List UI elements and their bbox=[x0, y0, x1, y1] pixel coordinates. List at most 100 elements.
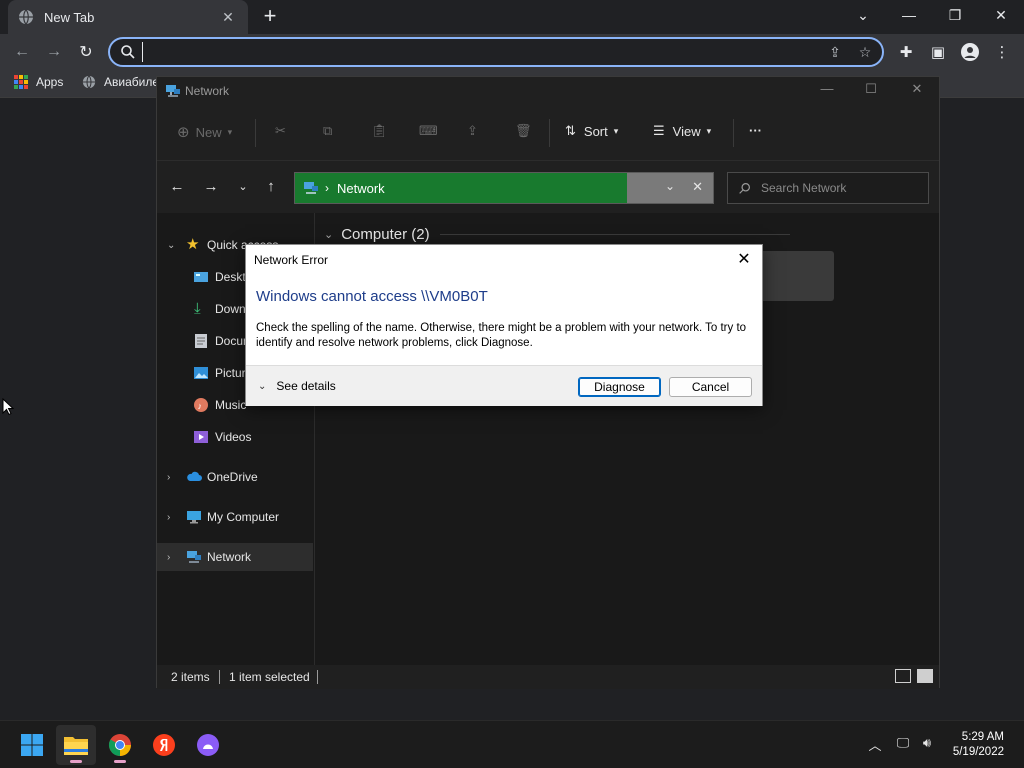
dialog-message: Check the spelling of the name. Otherwis… bbox=[256, 322, 747, 349]
delete-icon[interactable]: 🗑︎ bbox=[515, 123, 532, 139]
nav-label: OneDrive bbox=[207, 470, 258, 484]
globe-icon bbox=[82, 75, 96, 89]
download-icon: ⤓ bbox=[194, 300, 201, 317]
bookmark-label: Apps bbox=[36, 75, 64, 89]
more-options-button[interactable]: ··· bbox=[749, 123, 762, 138]
new-button[interactable]: ⊕ New ▾ bbox=[177, 123, 232, 141]
profile-icon[interactable] bbox=[958, 40, 982, 64]
address-input[interactable] bbox=[142, 42, 802, 62]
desktop-icon bbox=[194, 272, 208, 282]
tab-new-tab[interactable]: New Tab ✕ bbox=[8, 0, 248, 34]
taskbar-yandex[interactable] bbox=[144, 725, 184, 765]
forward-icon[interactable]: → bbox=[201, 177, 221, 197]
chevron-down-icon[interactable]: ⌄ bbox=[167, 240, 175, 251]
pictures-icon bbox=[194, 367, 208, 379]
address-bar[interactable]: › Network ⌄ ✕ bbox=[294, 172, 714, 204]
address-location: Network bbox=[337, 180, 385, 196]
rename-icon[interactable]: ⌨ bbox=[419, 123, 438, 139]
address-breadcrumb[interactable]: › Network bbox=[295, 173, 627, 203]
chevron-down-icon[interactable]: ⌄ bbox=[665, 179, 675, 193]
start-button[interactable] bbox=[12, 725, 52, 765]
minimize-icon[interactable]: — bbox=[886, 0, 932, 30]
computer-icon bbox=[187, 511, 201, 524]
menu-icon[interactable]: ⋮ bbox=[990, 40, 1014, 64]
chevron-down-icon: ▾ bbox=[706, 125, 712, 136]
nav-videos[interactable]: Videos bbox=[157, 423, 313, 451]
plus-circle-icon: ⊕ bbox=[177, 124, 190, 141]
group-header-computer[interactable]: ⌄ Computer (2) bbox=[324, 226, 790, 243]
share-icon[interactable]: ⇪ bbox=[467, 123, 478, 139]
chevron-right-icon[interactable]: › bbox=[167, 512, 170, 523]
sort-button[interactable]: ⇅ Sort ▾ bbox=[565, 123, 618, 139]
up-icon[interactable]: ↑ bbox=[261, 177, 281, 197]
tab-title: New Tab bbox=[44, 9, 95, 25]
group-header-label: Computer (2) bbox=[341, 226, 430, 243]
paste-icon[interactable]: 📋︎ bbox=[371, 123, 388, 139]
cut-icon[interactable]: ✂ bbox=[275, 123, 286, 139]
star-icon: ★ bbox=[186, 236, 200, 253]
copy-icon[interactable]: ⧉ bbox=[323, 123, 332, 139]
side-panel-icon[interactable]: ▣ bbox=[926, 40, 950, 64]
music-icon: ♪ bbox=[194, 398, 208, 412]
back-icon[interactable]: ← bbox=[167, 177, 187, 197]
restore-icon[interactable]: ❐ bbox=[932, 0, 978, 30]
nav-onedrive[interactable]: › OneDrive bbox=[157, 463, 313, 491]
browser-window-controls: ⌄ — ❐ ✕ bbox=[840, 0, 1024, 30]
nav-network[interactable]: › Network bbox=[157, 543, 313, 571]
see-details-label: See details bbox=[276, 379, 336, 393]
search-box[interactable] bbox=[727, 172, 929, 204]
alice-assistant-icon bbox=[197, 734, 219, 756]
share-icon[interactable]: ⇪ bbox=[826, 44, 844, 62]
chevron-down-icon: ▾ bbox=[227, 126, 233, 137]
taskbar-chrome[interactable] bbox=[100, 725, 140, 765]
view-label: View bbox=[672, 123, 701, 139]
details-view-icon[interactable] bbox=[895, 669, 911, 683]
close-icon[interactable]: ✕ bbox=[978, 0, 1024, 30]
star-icon[interactable]: ☆ bbox=[856, 44, 874, 62]
view-button[interactable]: ☰ View ▾ bbox=[653, 123, 711, 139]
bookmark-apps[interactable]: Apps bbox=[14, 75, 63, 89]
search-icon bbox=[739, 182, 750, 194]
diagnose-button[interactable]: Diagnose bbox=[578, 377, 661, 397]
extensions-icon[interactable]: ✚ bbox=[894, 40, 918, 64]
new-tab-button[interactable]: + bbox=[258, 4, 282, 28]
status-selected: 1 item selected bbox=[229, 670, 310, 684]
taskbar-alice[interactable] bbox=[188, 725, 228, 765]
folder-icon bbox=[64, 737, 88, 755]
nav-label: Network bbox=[207, 550, 252, 564]
chevron-right-icon[interactable]: › bbox=[167, 472, 170, 483]
maximize-icon[interactable]: ☐ bbox=[861, 81, 881, 101]
dialog-heading: Windows cannot access \\VM0B0T bbox=[256, 288, 488, 305]
recent-locations-icon[interactable]: ⌄ bbox=[233, 177, 253, 197]
computer-item-tile[interactable] bbox=[756, 251, 834, 301]
cancel-button[interactable]: Cancel bbox=[669, 377, 752, 397]
bookmark-aviabilety[interactable]: Авиабиле bbox=[82, 75, 159, 89]
tiles-view-icon[interactable] bbox=[917, 669, 933, 683]
network-error-dialog: Network Error ✕ Windows cannot access \\… bbox=[245, 244, 763, 406]
taskbar-clock[interactable]: 5:29 AM 5/19/2022 bbox=[953, 730, 1004, 760]
taskbar-file-explorer[interactable] bbox=[56, 725, 96, 765]
close-icon[interactable]: ✕ bbox=[907, 81, 927, 101]
nav-my-computer[interactable]: › My Computer bbox=[157, 503, 313, 531]
omnibox[interactable]: ⇪ ☆ bbox=[108, 37, 884, 67]
clear-icon[interactable]: ✕ bbox=[692, 179, 703, 195]
chevron-down-icon: ⌄ bbox=[324, 229, 334, 241]
search-input[interactable] bbox=[761, 181, 911, 195]
document-icon bbox=[195, 334, 207, 348]
reload-icon[interactable]: ↻ bbox=[74, 40, 98, 64]
tab-search-icon[interactable]: ⌄ bbox=[840, 0, 886, 30]
taskbar: ︿ 🖵︎ 🔊︎ 5:29 AM 5/19/2022 bbox=[0, 720, 1024, 768]
back-icon[interactable]: ← bbox=[10, 40, 34, 64]
forward-icon[interactable]: → bbox=[42, 40, 66, 64]
minimize-icon[interactable]: — bbox=[817, 81, 837, 101]
chevron-up-icon[interactable]: ︿ bbox=[866, 735, 884, 753]
tab-close-icon[interactable]: ✕ bbox=[218, 9, 238, 26]
display-icon[interactable]: 🖵︎ bbox=[894, 735, 912, 753]
svg-text:♪: ♪ bbox=[198, 401, 203, 411]
see-details-toggle[interactable]: ⌄ See details bbox=[258, 379, 336, 393]
close-icon[interactable]: ✕ bbox=[734, 250, 754, 270]
volume-icon[interactable]: 🔊︎ bbox=[918, 735, 936, 753]
chevron-right-icon: › bbox=[325, 181, 329, 195]
bookmark-label: Авиабиле bbox=[104, 75, 160, 89]
chevron-right-icon[interactable]: › bbox=[167, 552, 170, 563]
